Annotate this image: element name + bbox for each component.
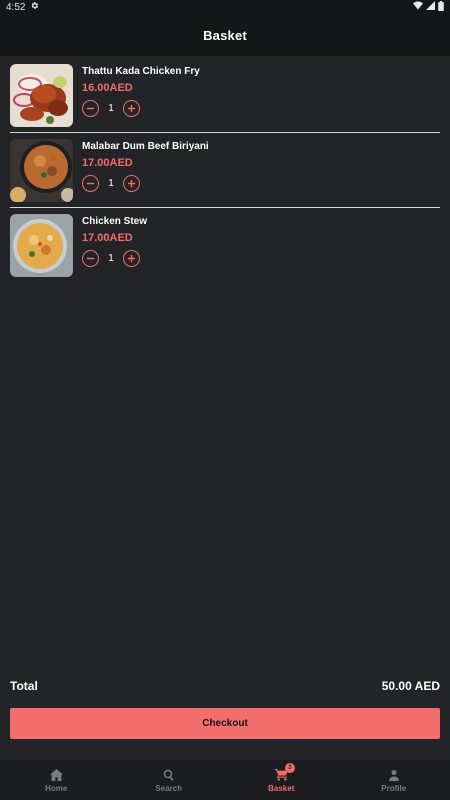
checkout-button[interactable]: Checkout: [10, 708, 440, 739]
bottom-nav: Home Search 3 Basket Profile: [0, 760, 450, 800]
increase-quantity-button[interactable]: [123, 174, 140, 192]
nav-label: Home: [45, 783, 68, 793]
nav-label: Search: [155, 783, 183, 793]
battery-icon: [438, 0, 444, 14]
nav-label: Profile: [381, 783, 407, 793]
item-image-chicken-fry: [10, 64, 73, 127]
item-price: 17.00AED: [82, 232, 133, 244]
status-bar: 4:52: [0, 0, 450, 14]
item-image-chicken-stew: [10, 214, 73, 277]
basket-item: Malabar Dum Beef Biriyani 17.00AED 1: [10, 133, 440, 208]
item-name: Thattu Kada Chicken Fry: [82, 66, 200, 77]
plus-icon: [127, 254, 136, 262]
item-image-biriyani: [10, 139, 73, 202]
basket-item: Chicken Stew 17.00AED 1: [10, 208, 440, 283]
quantity-stepper: 1: [82, 99, 200, 117]
increase-quantity-button[interactable]: [123, 249, 140, 267]
item-price: 17.00AED: [82, 157, 133, 169]
total-row: Total 50.00 AED: [10, 678, 440, 694]
quantity-value: 1: [108, 102, 114, 114]
settings-icon: [30, 1, 39, 13]
basket-list: Thattu Kada Chicken Fry 16.00AED 1 Malab…: [10, 58, 440, 283]
decrease-quantity-button[interactable]: [82, 249, 99, 267]
cart-count-badge: 3: [284, 762, 295, 773]
signal-icon: [426, 1, 435, 13]
plus-icon: [127, 104, 136, 112]
item-name: Malabar Dum Beef Biriyani: [82, 141, 209, 152]
app-bar: Basket: [0, 14, 450, 56]
minus-icon: [86, 257, 95, 259]
nav-item-home[interactable]: Home: [0, 760, 113, 800]
minus-icon: [86, 107, 95, 109]
item-price: 16.00AED: [82, 82, 133, 94]
quantity-stepper: 1: [82, 249, 147, 267]
item-name: Chicken Stew: [82, 216, 148, 227]
search-icon: [163, 768, 175, 782]
decrease-quantity-button[interactable]: [82, 174, 99, 192]
nav-item-basket[interactable]: 3 Basket: [225, 760, 338, 800]
total-label: Total: [10, 679, 38, 693]
home-icon: [49, 768, 63, 782]
status-time: 4:52: [6, 1, 26, 13]
person-icon: [388, 768, 400, 782]
quantity-value: 1: [108, 252, 114, 264]
wifi-icon: [413, 1, 423, 13]
nav-item-profile[interactable]: Profile: [338, 760, 450, 800]
minus-icon: [86, 182, 95, 184]
increase-quantity-button[interactable]: [123, 99, 140, 117]
nav-item-search[interactable]: Search: [113, 760, 226, 800]
quantity-value: 1: [108, 177, 114, 189]
page-title: Basket: [203, 27, 247, 43]
cart-icon: 3: [274, 762, 295, 782]
plus-icon: [127, 179, 136, 187]
quantity-stepper: 1: [82, 174, 209, 192]
nav-label: Basket: [268, 783, 295, 793]
total-value: 50.00 AED: [381, 679, 440, 693]
decrease-quantity-button[interactable]: [82, 99, 99, 117]
basket-item: Thattu Kada Chicken Fry 16.00AED 1: [10, 58, 440, 133]
